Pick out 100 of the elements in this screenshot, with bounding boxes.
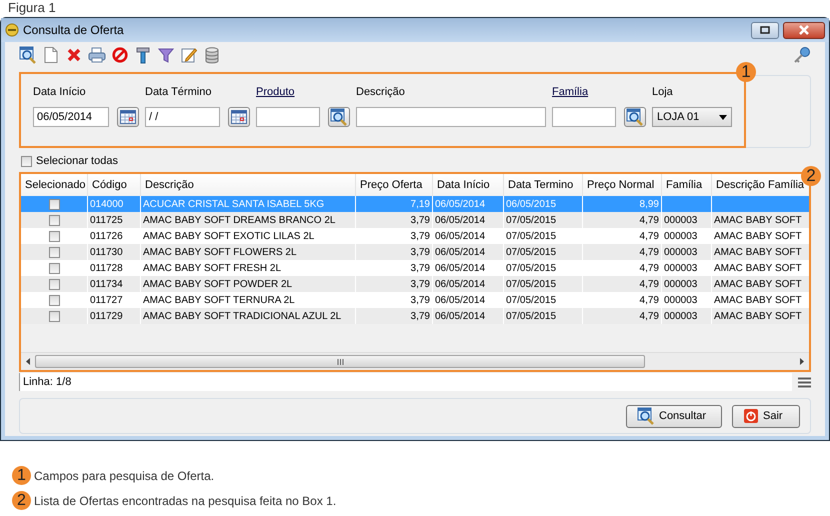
table-cell: AMAC BABY SOFT — [714, 278, 802, 290]
table-cell: 4,79 — [640, 230, 659, 242]
exit-button[interactable]: Sair — [732, 404, 800, 428]
table-cell: 011727 — [90, 294, 123, 306]
date-field[interactable]: 06/05/2014 — [33, 107, 109, 127]
table-cell: 8,99 — [640, 198, 659, 210]
table-cell: AMAC BABY SOFT — [714, 294, 802, 306]
input-field[interactable] — [356, 107, 546, 127]
table-row[interactable]: 011725 AMAC BABY SOFT DREAMS BRANCO 2L 3,79 06/05/2014 07/05/2015 4,79 000003 AMAC BABY SOFT — [21, 212, 809, 228]
close-button[interactable] — [783, 22, 825, 38]
legend-text: Campos para pesquisa de Oferta. — [34, 468, 214, 482]
table-cell: 4,79 — [640, 310, 659, 322]
table-row[interactable]: 011728 AMAC BABY SOFT FRESH 2L 3,79 06/05/2014 07/05/2015 4,79 000003 AMAC BABY SOFT — [21, 260, 809, 276]
hammer-icon — [136, 46, 150, 64]
search-button[interactable] — [328, 107, 350, 127]
table-cell: AMAC BABY SOFT FRESH 2L — [143, 262, 282, 274]
table-cell: 07/05/2015 — [506, 246, 556, 258]
table-cell: AMAC BABY SOFT — [714, 214, 802, 226]
field-link[interactable]: Produto — [256, 86, 295, 99]
table-cell: 06/05/2014 — [435, 310, 486, 322]
table-cell: 7,19 — [410, 198, 430, 210]
field-label: Descrição — [356, 86, 405, 99]
checkbox-label: Selecionar todas — [36, 155, 118, 167]
search-button[interactable]: Consultar — [626, 404, 722, 428]
legend-text: Lista de Ofertas encontradas na pesquisa feita no Box 1. — [34, 494, 336, 508]
number-badge: 1 — [12, 466, 31, 485]
table-cell: 06/05/2014 — [435, 214, 486, 226]
edit-icon — [181, 47, 197, 63]
checkbox[interactable] — [48, 262, 60, 274]
table-cell: 06/05/2014 — [435, 198, 486, 210]
table-cell: AMAC BABY SOFT EXOTIC LILAS 2L — [143, 230, 314, 242]
right-arrow-icon[interactable] — [800, 358, 804, 365]
database-icon — [205, 46, 219, 64]
table-cell: 000003 — [664, 214, 698, 226]
close-icon — [67, 48, 81, 62]
table-cell: AMAC BABY SOFT TRADICIONAL AZUL 2L — [143, 310, 342, 322]
restore-icon — [760, 26, 770, 34]
table-cell: 000003 — [664, 310, 698, 322]
table-cell: 011729 — [90, 310, 123, 322]
horizontal-scrollbar[interactable] — [21, 352, 809, 370]
number-badge: 2 — [12, 491, 31, 510]
search-icon — [637, 407, 655, 425]
checkbox[interactable] — [48, 310, 60, 322]
table-row[interactable]: 011734 AMAC BABY SOFT POWDER 2L 3,79 06/05/2014 07/05/2015 4,79 000003 AMAC BABY SOFT — [21, 276, 809, 292]
table-cell: 3,79 — [410, 230, 430, 242]
grip-icon — [336, 358, 344, 364]
table-cell: 3,79 — [410, 278, 430, 290]
checkbox[interactable] — [48, 230, 60, 242]
table-cell: 4,79 — [640, 262, 659, 274]
search-button[interactable] — [624, 107, 646, 127]
calendar-button[interactable] — [228, 107, 250, 127]
store-dropdown[interactable]: LOJA 01 — [652, 107, 732, 127]
table-cell: 4,79 — [640, 278, 659, 290]
table-row[interactable]: 011730 AMAC BABY SOFT FLOWERS 2L 3,79 06/05/2014 07/05/2015 4,79 000003 AMAC BABY SOFT — [21, 244, 809, 260]
table-cell: 07/05/2015 — [506, 214, 556, 226]
checkbox[interactable] — [48, 214, 60, 226]
restore-button[interactable] — [751, 22, 779, 38]
table-cell: 07/05/2015 — [506, 310, 556, 322]
power-icon — [743, 408, 759, 424]
table-cell: 000003 — [664, 246, 698, 258]
page-icon — [44, 47, 58, 63]
checkbox[interactable] — [48, 198, 60, 210]
date-field[interactable]: / / — [145, 107, 220, 127]
input-field[interactable] — [552, 107, 616, 127]
table-cell: 07/05/2015 — [506, 230, 556, 242]
table-cell: 06/05/2014 — [435, 246, 486, 258]
input-field[interactable] — [256, 107, 320, 127]
menu-icon[interactable] — [798, 376, 811, 388]
field-link[interactable]: Família — [552, 86, 588, 99]
table-row[interactable]: 011727 AMAC BABY SOFT TERNURA 2L 3,79 06/05/2014 07/05/2015 4,79 000003 AMAC BABY SOFT — [21, 292, 809, 308]
checkbox[interactable] — [48, 294, 60, 306]
table-cell: 3,79 — [410, 310, 430, 322]
table-cell: 3,79 — [410, 294, 430, 306]
table-cell: AMAC BABY SOFT — [714, 230, 802, 242]
key-icon[interactable] — [793, 46, 811, 64]
table-cell: AMAC BABY SOFT POWDER 2L — [143, 278, 292, 290]
table-cell: 3,79 — [410, 246, 430, 258]
left-arrow-icon[interactable] — [26, 358, 30, 365]
table-cell: 4,79 — [640, 246, 659, 258]
table-cell: AMAC BABY SOFT — [714, 262, 802, 274]
table-row[interactable]: 011729 AMAC BABY SOFT TRADICIONAL AZUL 2L 3,79 06/05/2014 07/05/2015 4,79 000003 AMAC BABY SOFT — [21, 308, 809, 324]
table-cell: 06/05/2014 — [435, 262, 486, 274]
table-cell: 06/05/2014 — [435, 278, 486, 290]
table-cell: 4,79 — [640, 214, 659, 226]
table-cell: 000003 — [664, 278, 698, 290]
app-icon — [5, 23, 19, 37]
table-cell: 011728 — [90, 262, 123, 274]
checkbox[interactable] — [21, 156, 32, 166]
table-cell: AMAC BABY SOFT — [714, 246, 802, 258]
table-cell: 011726 — [90, 230, 123, 242]
table-cell: 06/05/2015 — [506, 198, 556, 210]
table-cell: ACUCAR CRISTAL SANTA ISABEL 5KG — [143, 198, 324, 210]
close-icon — [798, 25, 810, 35]
checkbox[interactable] — [48, 246, 60, 258]
table-cell: AMAC BABY SOFT FLOWERS 2L — [143, 246, 297, 258]
table-cell: 000003 — [664, 294, 698, 306]
checkbox[interactable] — [48, 278, 60, 290]
calendar-button[interactable] — [117, 107, 139, 127]
table-cell: AMAC BABY SOFT — [714, 310, 802, 322]
table-row[interactable]: 011726 AMAC BABY SOFT EXOTIC LILAS 2L 3,79 06/05/2014 07/05/2015 4,79 000003 AMAC BABY SOFT — [21, 228, 809, 244]
